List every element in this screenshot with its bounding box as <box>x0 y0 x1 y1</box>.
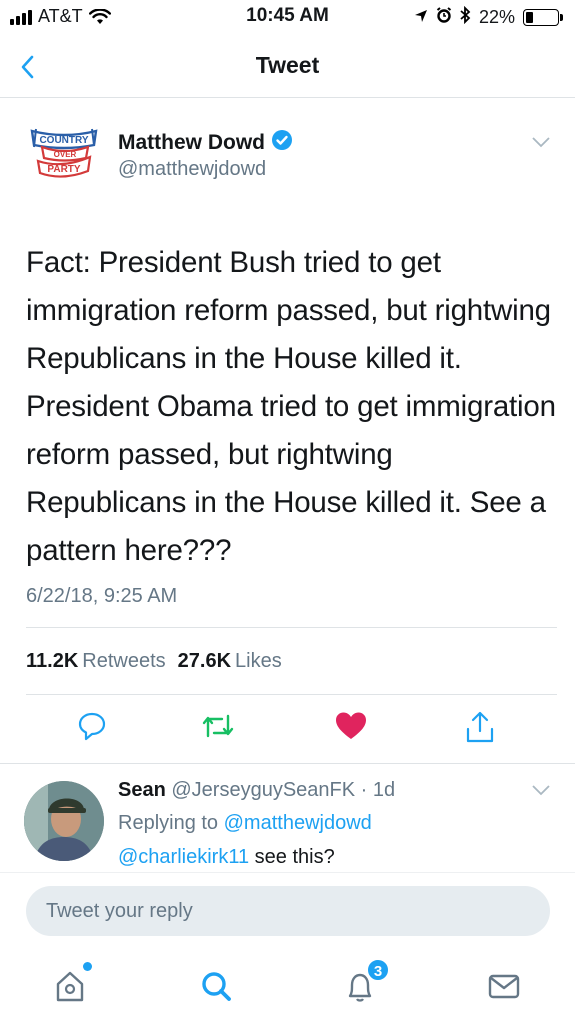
retweets-label: Retweets <box>82 650 166 672</box>
replying-to-link[interactable]: @matthewjdowd <box>224 812 372 834</box>
logo-text-party: PARTY <box>47 164 80 175</box>
reply-icon[interactable] <box>76 710 108 747</box>
nav-bar: Tweet <box>0 36 575 98</box>
reply-author-name[interactable]: Sean <box>118 779 166 801</box>
battery-icon <box>523 9 563 26</box>
status-right: 22% <box>414 5 563 29</box>
tab-messages[interactable] <box>484 966 528 1010</box>
bluetooth-icon <box>460 5 471 29</box>
tab-home[interactable] <box>50 962 94 1010</box>
tab-bar: 3 <box>0 950 575 1024</box>
likes-label: Likes <box>235 650 282 672</box>
reply-input[interactable] <box>26 886 550 936</box>
mention-link[interactable]: @charliekirk11 <box>118 846 249 868</box>
home-notification-dot <box>83 962 92 971</box>
like-heart-icon[interactable] <box>334 710 368 747</box>
battery-fill <box>526 12 533 23</box>
retweets-stat[interactable]: 11.2K Retweets <box>26 650 166 673</box>
tab-search[interactable] <box>196 966 240 1010</box>
reply-text-line: @charliekirk11 see this? <box>118 846 335 869</box>
logo-text-country: COUNTRY <box>39 135 88 146</box>
search-icon <box>202 972 231 1001</box>
author-avatar[interactable]: COUNTRY OVER PARTY <box>28 125 100 187</box>
author-name[interactable]: Matthew Dowd <box>118 131 265 155</box>
alarm-icon <box>436 7 452 28</box>
section-divider <box>0 763 575 764</box>
tweet-text: Fact: President Bush tried to get immigr… <box>26 246 556 567</box>
reply-options-chevron-down-icon[interactable] <box>531 783 551 801</box>
likes-count: 27.6K <box>177 650 232 672</box>
reply-text: see this? <box>254 846 335 868</box>
page-title: Tweet <box>255 52 320 78</box>
divider <box>26 694 557 695</box>
reply-header: Sean @JerseyguySeanFK · 1d <box>118 779 395 802</box>
home-icon <box>56 971 84 1002</box>
mail-icon <box>488 974 520 999</box>
location-icon <box>414 7 428 28</box>
tweet-actions <box>0 710 575 750</box>
divider <box>26 627 557 628</box>
battery-percent: 22% <box>478 7 515 27</box>
reply-age: 1d <box>372 779 396 801</box>
tab-notifications[interactable]: 3 <box>340 958 390 1010</box>
author-handle[interactable]: @matthewjdowd <box>118 158 266 181</box>
likes-stat[interactable]: 27.6K Likes <box>178 650 282 673</box>
tweet-stats: 11.2K Retweets 27.6K Likes <box>26 650 282 673</box>
verified-badge-icon <box>271 129 293 157</box>
reply-separator: · <box>360 779 373 801</box>
notifications-badge: 3 <box>366 958 390 982</box>
share-icon[interactable] <box>464 710 496 749</box>
reply-avatar[interactable] <box>24 781 104 861</box>
author-name-row[interactable]: Matthew Dowd <box>118 129 293 157</box>
country-over-party-logo: COUNTRY OVER PARTY <box>30 128 98 178</box>
replying-prefix: Replying to <box>118 812 219 834</box>
retweet-icon[interactable] <box>200 710 236 747</box>
tweet-timestamp: 6/22/18, 9:25 AM <box>26 585 178 607</box>
logo-text-over: OVER <box>54 150 77 159</box>
tweet-options-chevron-down-icon[interactable] <box>531 135 551 153</box>
retweets-count: 11.2K <box>26 650 79 672</box>
status-bar: AT&T 10:45 AM 22% <box>0 0 575 36</box>
replying-to-line: Replying to @matthewjdowd <box>118 812 372 835</box>
reply-author-handle[interactable]: @JerseyguySeanFK <box>171 779 355 801</box>
